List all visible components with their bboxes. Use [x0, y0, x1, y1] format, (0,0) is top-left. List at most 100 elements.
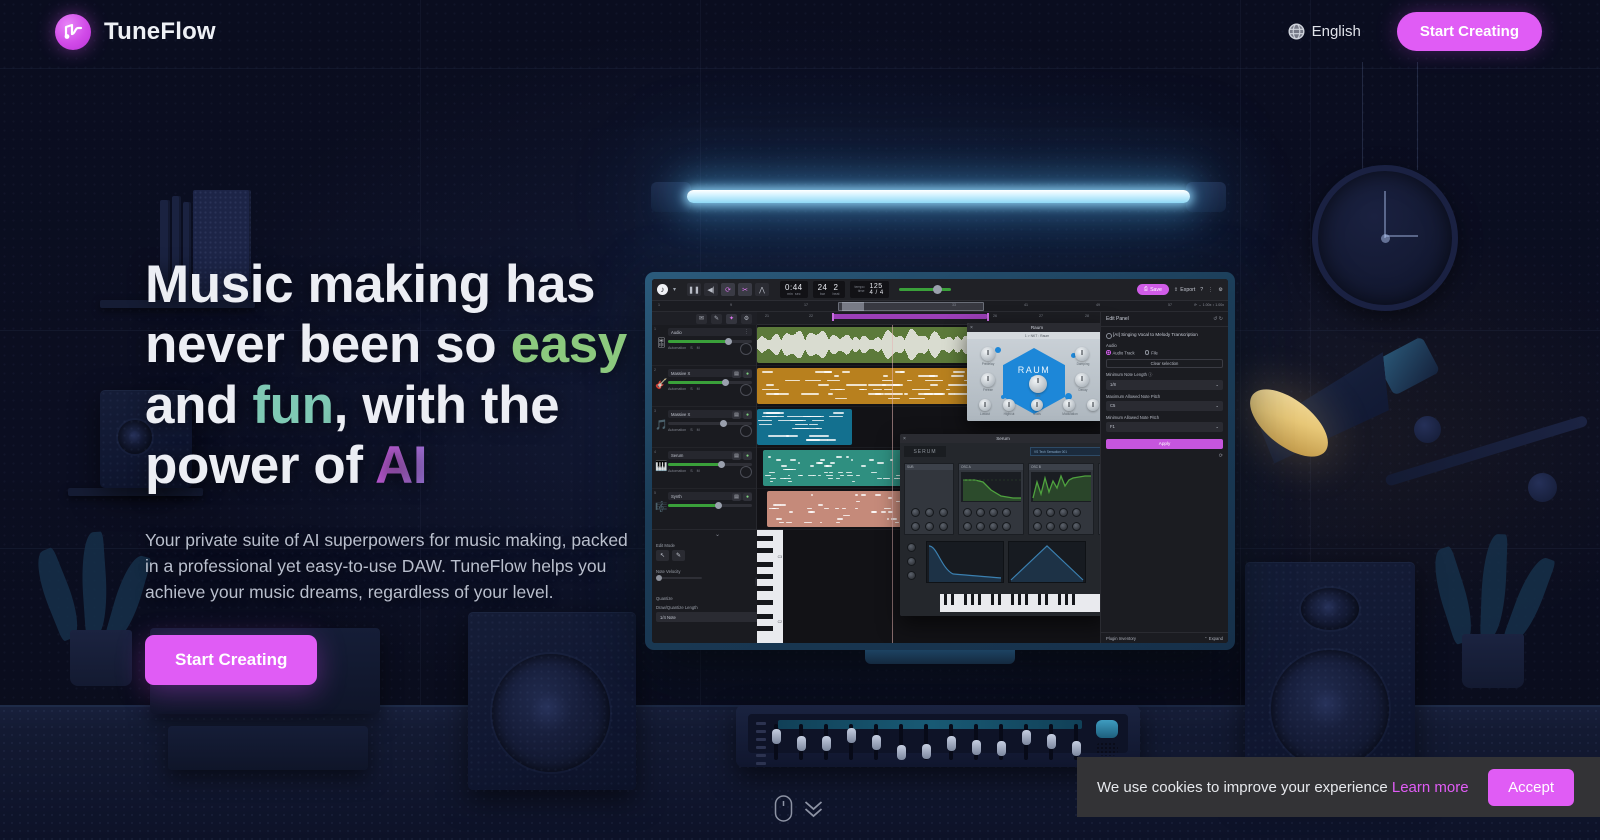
- plugin-rack-icon[interactable]: ▤: [732, 411, 741, 419]
- automation-label[interactable]: Automation: [668, 346, 686, 350]
- serum-osc-sub[interactable]: SUB: [904, 463, 954, 535]
- time-readout[interactable]: 0:44 min sec: [780, 281, 808, 298]
- export-button[interactable]: ⇪ Export: [1174, 287, 1195, 293]
- pan-knob[interactable]: [740, 343, 752, 355]
- scroll-indicator[interactable]: [775, 795, 826, 822]
- clear-selection-button[interactable]: Clear selection: [1106, 359, 1223, 368]
- help-circle-icon[interactable]: ?: [1200, 287, 1203, 293]
- track-header[interactable]: 5 🎼 Synth⋮ ▤●: [652, 489, 756, 530]
- daw-app[interactable]: ▾ ❚❚ ◀| ⟳ ✂ ⋀ 0:44 min sec: [652, 279, 1228, 643]
- midi-clip[interactable]: [767, 491, 909, 527]
- preset-selector[interactable]: VS Tech Sensation 001: [1030, 447, 1106, 456]
- daw-screen[interactable]: ▾ ❚❚ ◀| ⟳ ✂ ⋀ 0:44 min sec: [652, 279, 1228, 643]
- pan-knob[interactable]: [740, 466, 752, 478]
- automation-label[interactable]: Automation: [668, 387, 686, 391]
- gear-icon[interactable]: ⚙: [741, 314, 752, 324]
- more-vertical-icon[interactable]: ⋮: [1208, 287, 1213, 293]
- learn-more-link[interactable]: Learn more: [1392, 779, 1469, 796]
- plugin-body[interactable]: RAUMdots Mix Predelay Freeze Damping Dec…: [967, 339, 1107, 421]
- plugin-body[interactable]: SERUM VS Tech Sensation 001 SUB OSC A OS…: [900, 443, 1106, 616]
- plugin-titlebar[interactable]: × Serum: [900, 434, 1106, 443]
- edit-panel-body[interactable]: [AI] Singing Vocal to Melody Transcripti…: [1101, 327, 1228, 464]
- plugin-window-raum[interactable]: × Raum 1 > NKT : Raum RAUMdots: [967, 323, 1107, 421]
- track-header[interactable]: 2 🎸 Massive X⋮ ▤● Automation S M: [652, 366, 756, 407]
- chevron-down-icon[interactable]: ▾: [673, 286, 676, 293]
- scissors-icon[interactable]: ✂: [738, 283, 752, 296]
- serum-osc-b[interactable]: OSC B: [1028, 463, 1094, 535]
- loop-icon[interactable]: ⟳: [721, 283, 735, 296]
- radio-file[interactable]: File: [1145, 350, 1158, 356]
- close-icon[interactable]: ×: [903, 436, 906, 442]
- pause-icon[interactable]: ❚❚: [687, 283, 701, 296]
- language-switcher[interactable]: English: [1288, 23, 1361, 40]
- bar-beat-readout[interactable]: 24 bar 2 beat: [813, 281, 845, 298]
- master-volume-slider[interactable]: [899, 288, 951, 291]
- record-arm-icon[interactable]: ●: [743, 493, 752, 501]
- virtual-keyboard[interactable]: [940, 594, 1100, 612]
- edit-panel[interactable]: Edit Panel ↺ ↻ [AI] Singing Vocal to Mel…: [1100, 312, 1228, 643]
- solo-button[interactable]: S: [690, 387, 692, 391]
- apply-button[interactable]: Apply: [1106, 439, 1223, 449]
- track-header[interactable]: 3 🎵 Massive X⋮ ▤● Automation S M: [652, 407, 756, 448]
- undo-icon[interactable]: ↺: [1213, 316, 1217, 322]
- track-header[interactable]: 1 🎚 Audio ⋮ Automation S M: [652, 325, 756, 366]
- loop-region[interactable]: [832, 314, 986, 319]
- track-volume[interactable]: [668, 381, 752, 384]
- max-pitch-select[interactable]: C5 ⌄: [1106, 401, 1223, 411]
- pan-knob[interactable]: [740, 425, 752, 437]
- playhead[interactable]: [892, 325, 893, 643]
- mute-button[interactable]: M: [697, 469, 700, 473]
- serum-osc-a[interactable]: OSC A: [958, 463, 1024, 535]
- tempo-readout[interactable]: tempo time 125 4 / 4: [850, 281, 889, 298]
- mute-button[interactable]: M: [697, 428, 700, 432]
- record-arm-icon[interactable]: ●: [743, 370, 752, 378]
- track-tools-bar[interactable]: ✉ ✎ ✦ ⚙: [652, 312, 757, 325]
- save-button[interactable]: ⎙ Save: [1137, 284, 1169, 295]
- project-overview-ruler[interactable]: 1 9 17 33 41 49 57 ⟳ ↔ 1.00x ↕ 1.00x: [652, 301, 1228, 312]
- piano-roll-editor[interactable]: ⌄ Edit Mode ↖ ✎ Note Velocity 0 Quantize…: [652, 529, 783, 643]
- plugin-titlebar[interactable]: × Raum: [967, 323, 1107, 332]
- header-start-creating-button[interactable]: Start Creating: [1397, 12, 1542, 51]
- wand-icon[interactable]: ✦: [726, 314, 737, 324]
- env-knob-column[interactable]: [904, 541, 922, 583]
- plugin-rack-icon[interactable]: ▤: [732, 370, 741, 378]
- piano-keys[interactable]: C3 C2: [757, 530, 783, 643]
- automation-label[interactable]: Automation: [668, 428, 686, 432]
- record-arm-icon[interactable]: ●: [743, 452, 752, 460]
- radio-audio-track[interactable]: Audio Track: [1106, 350, 1135, 356]
- daw-toolbar[interactable]: ▾ ❚❚ ◀| ⟳ ✂ ⋀ 0:44 min sec: [652, 279, 1228, 301]
- env-1-display[interactable]: [926, 541, 1004, 583]
- track-volume[interactable]: [668, 340, 752, 343]
- solo-button[interactable]: S: [690, 346, 692, 350]
- preset-bar[interactable]: 1 > NKT : Raum: [967, 332, 1107, 339]
- envelope-icon[interactable]: ✉: [696, 314, 707, 324]
- min-note-length-select[interactable]: 1/8 ⌄: [1106, 380, 1223, 390]
- hero-start-creating-button[interactable]: Start Creating: [145, 635, 317, 685]
- plugin-rack-icon[interactable]: ▤: [732, 493, 741, 501]
- info-icon[interactable]: ⓘ: [1148, 372, 1152, 377]
- record-arm-icon[interactable]: ●: [743, 411, 752, 419]
- track-volume[interactable]: [668, 463, 752, 466]
- mute-button[interactable]: M: [697, 346, 700, 350]
- plugin-rack-icon[interactable]: ▤: [732, 452, 741, 460]
- solo-button[interactable]: S: [690, 469, 692, 473]
- audio-source-radio-group[interactable]: Audio Track File: [1106, 350, 1223, 356]
- close-icon[interactable]: ×: [970, 325, 973, 331]
- mute-button[interactable]: M: [697, 387, 700, 391]
- track-volume[interactable]: [668, 504, 752, 507]
- midi-clip[interactable]: [757, 409, 852, 445]
- track-header[interactable]: 4 🎹 Serum⋮ ▤● Automation S M: [652, 448, 756, 489]
- accept-cookies-button[interactable]: Accept: [1488, 769, 1574, 806]
- pencil-icon[interactable]: ✎: [672, 550, 685, 561]
- gear-icon[interactable]: ⚙: [1218, 287, 1223, 293]
- track-volume[interactable]: [668, 422, 752, 425]
- refresh-icon[interactable]: ⟳: [1106, 453, 1223, 459]
- skip-back-icon[interactable]: ◀|: [704, 283, 718, 296]
- brand-logo[interactable]: TuneFlow: [55, 14, 216, 50]
- automation-label[interactable]: Automation: [668, 469, 686, 473]
- pencil-icon[interactable]: ✎: [711, 314, 722, 324]
- metronome-icon[interactable]: ⋀: [755, 283, 769, 296]
- plugin-inventory-bar[interactable]: Plugin Inventory ⌃ Expand: [1101, 632, 1228, 643]
- redo-icon[interactable]: ↻: [1219, 316, 1223, 322]
- pan-knob[interactable]: [740, 384, 752, 396]
